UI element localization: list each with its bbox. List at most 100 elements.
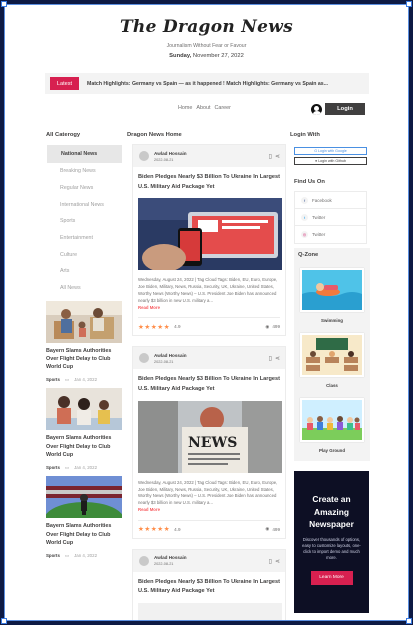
side-news-title[interactable]: Bayern Slams Authorities Over Flight Del… — [46, 522, 122, 547]
github-login-button[interactable]: ● Login with Github — [294, 157, 367, 165]
calendar-icon: ▭ — [64, 464, 70, 470]
swimming-image — [300, 268, 364, 312]
bookmark-icon[interactable]: ▯ — [269, 153, 272, 160]
nav-link-about[interactable]: About — [196, 105, 210, 111]
author-name: Awlad Hossain — [154, 555, 187, 561]
q-zone-heading: Q-Zone — [298, 252, 319, 258]
learn-more-button[interactable]: Learn More — [310, 570, 353, 585]
resize-handle-bottom-right[interactable] — [406, 618, 412, 624]
view-count: 499 — [272, 324, 280, 330]
news-card: Awlad Hossain 2022-08-21 ▯ ⋖ Biden Pledge… — [132, 548, 286, 620]
bookmark-icon[interactable]: ▯ — [269, 355, 272, 362]
news-card: Awlad Hossain 2022-08-21 ▯ ⋖ Biden Pledge… — [132, 346, 286, 539]
social-twitter[interactable]: t Twitter — [295, 209, 366, 226]
category-culture[interactable]: Culture — [46, 246, 126, 263]
news-feed: Awlad Hossain 2022-08-21 ▯ ⋖ Biden Pledge… — [132, 134, 286, 620]
advertisement: Create an Amazing Newspaper Discover tho… — [294, 471, 369, 613]
share-icon[interactable]: ⋖ — [275, 355, 280, 362]
q-zone-label: Swimming — [321, 318, 343, 323]
side-news-image — [46, 300, 122, 343]
side-news-item[interactable]: Bayern Slams Authorities Over Flight Del… — [46, 388, 126, 472]
category-arts[interactable]: Arts — [46, 263, 126, 280]
login-button[interactable]: Login — [325, 103, 365, 115]
nav-link-home[interactable]: Home — [178, 105, 192, 111]
news-excerpt: Wednesday, August 24, 2022 | Tag Cloud T… — [138, 277, 278, 303]
ad-headline: Create an Amazing Newspaper — [309, 494, 354, 529]
side-news-date: Jan 4, 2022 — [74, 465, 98, 471]
latest-badge[interactable]: Latest — [50, 77, 79, 90]
resize-handle-top-left[interactable] — [1, 1, 7, 7]
news-image[interactable]: NEWS — [138, 400, 282, 473]
facebook-icon: f — [301, 196, 308, 204]
playground-image — [300, 398, 364, 442]
category-entertainment[interactable]: Entertainment — [46, 230, 126, 247]
category-sports[interactable]: Sports — [46, 213, 126, 230]
post-date: 2022-08-21 — [154, 562, 174, 567]
side-news-tag: Sports — [46, 377, 60, 383]
social-label: Twitter — [312, 214, 326, 220]
current-date: Sunday, November 27, 2022 — [5, 53, 408, 59]
google-login-label: Login with Google — [318, 149, 347, 153]
q-zone-swimming[interactable]: Swimming — [300, 268, 364, 323]
news-title[interactable]: Biden Pledges Nearly $3 Billion To Ukrai… — [138, 578, 280, 597]
find-us-heading: Find Us On — [294, 179, 325, 185]
ad-body: Discover thousands of options, easy to c… — [302, 536, 361, 561]
author-name: Awlad Hossain — [154, 352, 187, 358]
instagram-icon: ◎ — [301, 231, 308, 238]
read-more-link[interactable]: Read More — [138, 507, 160, 512]
google-login-button[interactable]: G Login with Google — [294, 147, 367, 155]
read-more-link[interactable]: Read More — [138, 305, 160, 310]
site-logo[interactable]: The Dragon News — [5, 17, 408, 37]
share-icon[interactable]: ⋖ — [275, 558, 280, 565]
social-label: Twitter — [312, 232, 326, 237]
post-date: 2022-08-21 — [154, 157, 174, 162]
author-avatar — [139, 353, 149, 364]
resize-handle-top-right[interactable] — [406, 1, 412, 7]
social-facebook[interactable]: f Facebook — [295, 192, 366, 209]
user-avatar-icon[interactable] — [311, 104, 322, 115]
category-breaking-news[interactable]: Breaking News — [46, 163, 126, 180]
social-links: f Facebook t Twitter ◎ Twitter — [294, 191, 367, 244]
news-title[interactable]: Biden Pledges Nearly $3 Billion To Ukrai… — [138, 173, 280, 192]
author-avatar — [139, 151, 149, 161]
nav-link-career[interactable]: Career — [214, 105, 230, 111]
current-day: Sunday, — [169, 53, 192, 59]
news-title[interactable]: Biden Pledges Nearly $3 Billion To Ukrai… — [138, 375, 280, 394]
bookmark-icon[interactable]: ▯ — [269, 558, 272, 565]
side-news-title[interactable]: Bayern Slams Authorities Over Flight Del… — [46, 347, 122, 372]
category-all-news[interactable]: All News — [46, 280, 126, 297]
q-zone-class[interactable]: Class — [300, 333, 364, 388]
side-news-image — [46, 388, 122, 431]
calendar-icon: ▭ — [64, 376, 70, 382]
side-news-date: Jan 4, 2022 — [74, 377, 98, 383]
author-name: Awlad Hossain — [154, 150, 187, 156]
news-image[interactable] — [138, 198, 282, 271]
q-zone-label: Play Ground — [318, 448, 346, 453]
category-regular-news[interactable]: Regular News — [46, 180, 126, 197]
svg-text:NEWS: NEWS — [188, 435, 237, 451]
page-frame: The Dragon News Journalism Without Fear … — [4, 4, 409, 621]
category-international-news[interactable]: International News — [46, 196, 126, 213]
rating-value: 4.9 — [174, 324, 181, 330]
category-heading: All Caterogy — [46, 132, 81, 138]
share-icon[interactable]: ⋖ — [275, 153, 280, 160]
news-ticker: Latest Match Highlights: Germany vs Spai… — [45, 73, 369, 94]
eye-icon: ◉ — [265, 526, 270, 532]
resize-handle-bottom-left[interactable] — [1, 618, 7, 624]
q-zone-playground[interactable]: Play Ground — [300, 398, 364, 453]
class-image — [300, 333, 364, 377]
side-news-title[interactable]: Bayern Slams Authorities Over Flight Del… — [46, 434, 122, 459]
masthead: The Dragon News Journalism Without Fear … — [5, 5, 408, 59]
side-news-tag: Sports — [46, 465, 60, 471]
news-image[interactable] — [138, 603, 282, 620]
eye-icon: ◉ — [265, 323, 270, 329]
side-news-item[interactable]: Bayern Slams Authorities Over Flight Del… — [46, 300, 126, 385]
ticker-text[interactable]: Match Highlights: Germany vs Spain — as … — [87, 81, 337, 87]
social-instagram[interactable]: ◎ Twitter — [295, 226, 366, 243]
rating-stars: ★★★★★ — [138, 323, 171, 331]
current-date-value: November 27, 2022 — [192, 53, 244, 59]
side-news-tag: Sports — [46, 553, 60, 559]
side-news-item[interactable]: Bayern Slams Authorities Over Flight Del… — [46, 476, 126, 560]
category-national-news[interactable]: National News — [47, 145, 122, 163]
news-excerpt: Wednesday, August 24, 2022 | Tag Cloud T… — [138, 479, 278, 506]
